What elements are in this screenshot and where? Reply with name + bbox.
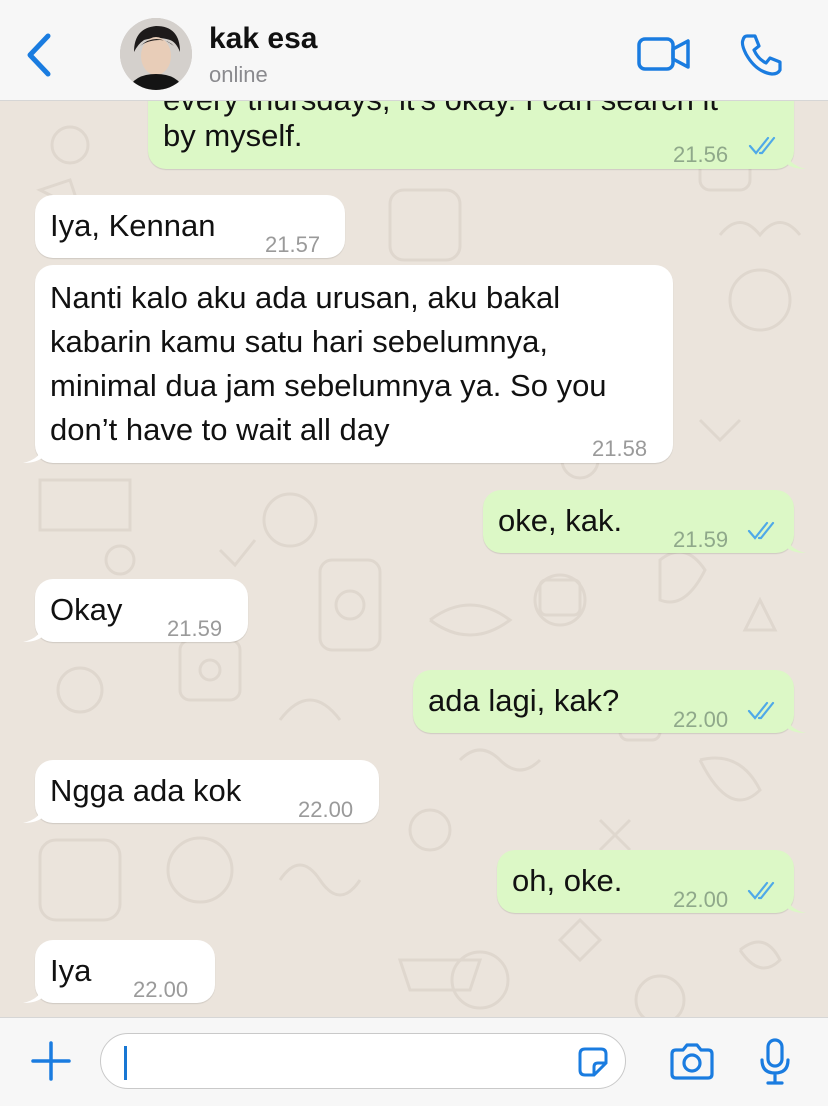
message-bubble-outgoing[interactable]: ada lagi, kak? 22.00 — [413, 670, 806, 733]
text-caret — [124, 1046, 127, 1080]
message-bubble-incoming[interactable]: Okay 21.59 — [23, 579, 248, 642]
message-bubble-incoming[interactable]: Iya 22.00 — [23, 940, 215, 1003]
chat-header: kak esa online — [0, 0, 828, 101]
bubble-tail — [786, 535, 806, 553]
message-text: ada lagi, kak? — [428, 683, 620, 718]
message-bubble-incoming[interactable]: Nanti kalo aku ada urusan, aku bakal kab… — [23, 265, 673, 463]
message-bubble-incoming[interactable]: Ngga ada kok 22.00 — [23, 760, 379, 823]
message-time: 21.57 — [265, 232, 321, 257]
message-time: 22.00 — [133, 977, 189, 1002]
message-time: 22.00 — [673, 887, 729, 912]
bubble-tail — [23, 985, 43, 1003]
bubble-tail — [786, 895, 806, 913]
message-bubble-outgoing[interactable]: oke, kak. 21.59 — [483, 490, 806, 553]
bubble-tail — [23, 805, 43, 823]
message-time: 22.00 — [673, 707, 729, 732]
message-time: 21.58 — [592, 436, 648, 461]
bubble-tail — [23, 445, 43, 463]
message-bubble-incoming[interactable]: Iya, Kennan 21.57 — [35, 195, 345, 258]
plus-icon[interactable] — [30, 1040, 72, 1082]
double-check-icon — [748, 136, 776, 155]
sticker-icon[interactable] — [576, 1045, 610, 1079]
double-check-icon — [747, 521, 775, 540]
avatar[interactable] — [120, 18, 192, 90]
camera-icon[interactable] — [668, 1042, 716, 1082]
bubble-tail — [786, 715, 806, 733]
message-text: Okay — [50, 592, 123, 627]
avatar-photo — [120, 18, 192, 90]
message-text: Ngga ada kok — [50, 773, 242, 808]
contact-name[interactable]: kak esa — [209, 22, 317, 56]
message-text: Iya, Kennan — [50, 208, 216, 243]
message-text-line: minimal dua jam sebelumnya ya. So you — [50, 368, 607, 403]
message-time: 21.59 — [167, 616, 223, 641]
message-time: 21.56 — [673, 142, 729, 167]
contact-status: online — [209, 62, 268, 87]
message-text: oke, kak. — [498, 503, 623, 538]
chevron-left-icon[interactable] — [22, 30, 56, 80]
phone-icon[interactable] — [738, 32, 782, 76]
message-time: 21.59 — [673, 527, 729, 552]
video-camera-icon[interactable] — [636, 34, 692, 74]
message-text: Iya — [50, 953, 92, 988]
double-check-icon — [747, 701, 775, 720]
message-text-line: don’t have to wait all day — [50, 412, 390, 447]
message-text: oh, oke. — [512, 863, 623, 898]
message-time: 22.00 — [298, 797, 354, 822]
message-text-line: kabarin kamu satu hari sebelumnya, — [50, 324, 548, 359]
message-bubble-outgoing[interactable]: oh, oke. 22.00 — [497, 850, 806, 913]
microphone-icon[interactable] — [758, 1038, 792, 1086]
message-text: by myself. — [163, 118, 303, 153]
message-text-line: Nanti kalo aku ada urusan, aku bakal — [50, 280, 561, 315]
double-check-icon — [747, 881, 775, 900]
bubble-tail — [23, 624, 43, 642]
message-input[interactable] — [100, 1033, 626, 1089]
input-bar — [0, 1017, 828, 1106]
bubble-tail — [786, 151, 806, 169]
